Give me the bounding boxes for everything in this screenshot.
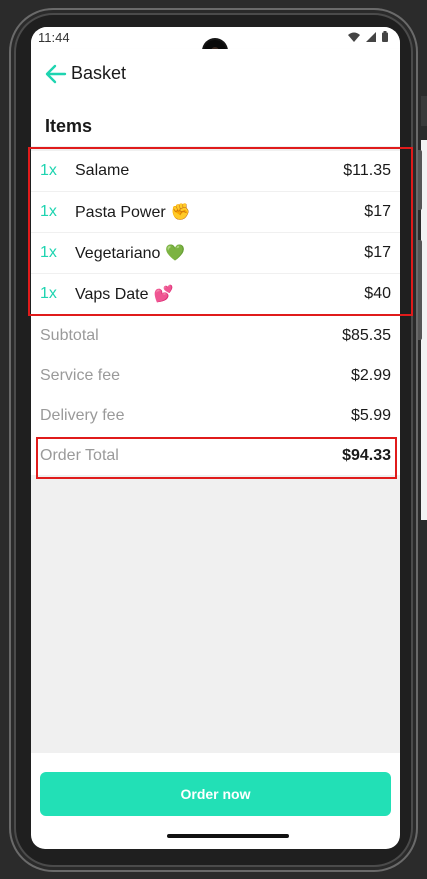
service-fee-value: $2.99 <box>350 367 391 384</box>
item-quantity: 1x <box>40 285 57 302</box>
list-item[interactable]: 1x Salame $11.35 <box>31 151 400 192</box>
service-fee-row: Service fee $2.99 <box>31 355 400 395</box>
item-name: Salame <box>75 162 130 179</box>
arrow-left-icon[interactable] <box>45 63 67 85</box>
status-time: 11:44 <box>38 30 70 45</box>
item-name: Pasta Power <box>75 204 166 221</box>
item-price: $17 <box>364 203 391 220</box>
order-total-value: $94.33 <box>342 447 391 464</box>
two-hearts-emoji: 💕 <box>153 286 174 303</box>
item-name-wrap: Vaps Date 💕 <box>75 284 173 304</box>
items-title: Items <box>45 116 93 136</box>
item-quantity: 1x <box>40 244 57 261</box>
item-name: Vaps Date <box>75 286 149 303</box>
order-total-label: Order Total <box>40 447 119 464</box>
order-summary: Subtotal $85.35 Service fee $2.99 Delive… <box>31 315 400 475</box>
app-screen: 11:44 Basket Items 1x Salame $11.35 1x P… <box>31 27 400 825</box>
items-list: 1x Salame $11.35 1x Pasta Power ✊ $17 1x … <box>31 151 400 314</box>
footer-bar: Order now <box>31 753 400 825</box>
item-quantity: 1x <box>40 162 57 179</box>
item-name-wrap: Vegetariano 💚 <box>75 243 185 263</box>
subtotal-value: $85.35 <box>342 327 391 344</box>
gesture-nav-bar <box>31 825 400 849</box>
list-item[interactable]: 1x Pasta Power ✊ $17 <box>31 192 400 233</box>
background-strip <box>421 96 427 126</box>
wifi-icon <box>348 32 360 42</box>
basket-content: Items 1x Salame $11.35 1x Pasta Power ✊ $… <box>31 99 400 753</box>
item-name: Vegetariano <box>75 245 161 262</box>
list-item[interactable]: 1x Vaps Date 💕 $40 <box>31 274 400 314</box>
subtotal-label: Subtotal <box>40 327 99 344</box>
signal-icon <box>366 31 376 42</box>
delivery-fee-value: $5.99 <box>350 407 391 424</box>
app-bar: Basket <box>31 49 400 99</box>
volume-button <box>418 240 422 340</box>
status-icons <box>348 31 388 42</box>
order-total-row: Order Total $94.33 <box>31 435 400 475</box>
item-name-wrap: Pasta Power ✊ <box>75 202 191 222</box>
items-header: Items <box>31 99 400 146</box>
battery-icon <box>382 31 388 42</box>
item-price: $40 <box>364 285 391 302</box>
raised-fist-emoji: ✊ <box>170 204 191 221</box>
service-fee-label: Service fee <box>40 367 121 384</box>
item-quantity: 1x <box>40 203 57 220</box>
item-price: $11.35 <box>343 162 391 179</box>
green-heart-emoji: 💚 <box>165 245 186 262</box>
delivery-fee-row: Delivery fee $5.99 <box>31 395 400 435</box>
home-indicator[interactable] <box>167 834 289 838</box>
page-title: Basket <box>71 63 127 83</box>
power-button <box>418 150 422 210</box>
item-name-wrap: Salame <box>75 162 129 180</box>
list-item[interactable]: 1x Vegetariano 💚 $17 <box>31 233 400 274</box>
order-now-button[interactable]: Order now <box>40 772 391 816</box>
subtotal-row: Subtotal $85.35 <box>31 315 400 355</box>
delivery-fee-label: Delivery fee <box>40 407 125 424</box>
item-price: $17 <box>364 244 391 261</box>
